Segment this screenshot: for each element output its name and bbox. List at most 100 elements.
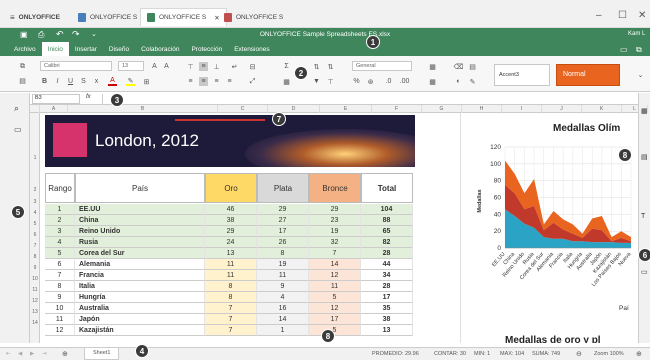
menu-insertar[interactable]: Insertar	[69, 42, 103, 56]
underline-button[interactable]: U	[66, 77, 75, 86]
table-cell[interactable]: 88	[361, 215, 413, 226]
justify-icon[interactable]: ≡	[225, 77, 234, 86]
user-name[interactable]: Kam L	[628, 31, 645, 37]
row-header[interactable]: 6	[30, 230, 40, 240]
medal-chart[interactable]: Medallas Olím020406080100120MedallasEE.U…	[461, 113, 639, 346]
formula-input[interactable]	[102, 94, 642, 104]
table-cell[interactable]: Japón	[75, 314, 205, 325]
table-cell[interactable]: 104	[361, 204, 413, 215]
table-cell[interactable]: 16	[257, 303, 309, 314]
table-cell[interactable]: 4	[257, 292, 309, 303]
menu-archivo[interactable]: Archivo	[8, 42, 42, 56]
table-cell[interactable]: Corea del Sur	[75, 248, 205, 259]
table-cell[interactable]: 11	[309, 281, 361, 292]
table-header-cell[interactable]: Plata	[257, 173, 309, 203]
table-cell[interactable]: 11	[45, 314, 75, 325]
table-cell[interactable]: 17	[361, 292, 413, 303]
decrease-decimal-icon[interactable]: .0	[384, 77, 393, 86]
table-cell[interactable]: 17	[309, 314, 361, 325]
table-cell[interactable]: 12	[309, 303, 361, 314]
table-cell[interactable]: 5	[309, 325, 361, 336]
font-shrink-icon[interactable]: A	[162, 62, 171, 71]
view-settings-icon[interactable]: ▭	[620, 45, 628, 54]
column-header[interactable]: B	[68, 105, 218, 113]
table-cell[interactable]: 17	[257, 226, 309, 237]
percent-icon[interactable]: %	[352, 77, 361, 86]
number-format-select[interactable]: General	[352, 61, 412, 71]
first-sheet-icon[interactable]: ⇤	[6, 351, 11, 357]
merge-cells-icon[interactable]: ⊟	[248, 62, 257, 71]
comments-icon[interactable]: ▭	[14, 125, 22, 134]
row-header[interactable]: 7	[30, 241, 40, 251]
add-sheet-icon[interactable]: ⊕	[62, 350, 68, 358]
row-header[interactable]: 10	[30, 274, 40, 284]
subscript-button[interactable]: x	[92, 77, 101, 86]
table-cell[interactable]: 28	[361, 281, 413, 292]
zoom-out-icon[interactable]: ⊖	[576, 350, 582, 358]
prev-sheet-icon[interactable]: ◀	[18, 351, 22, 357]
row-header[interactable]: 3	[30, 197, 40, 207]
filter-icon[interactable]: ▼	[312, 77, 321, 86]
column-header[interactable]: G	[422, 105, 462, 113]
table-cell[interactable]: 3	[45, 226, 75, 237]
minimize-button[interactable]: –	[596, 10, 602, 21]
tab-spreadsheet[interactable]: ONLYOFFICE S ✕	[140, 8, 227, 26]
chart-settings-icon[interactable]: ▤	[641, 153, 648, 161]
table-cell[interactable]: Alemania	[75, 259, 205, 270]
italic-button[interactable]: I	[53, 77, 62, 86]
clear-filter-icon[interactable]: ⊤	[326, 77, 335, 86]
align-top-icon[interactable]: ⊤	[186, 62, 195, 71]
text-orientation-icon[interactable]: ⤢	[248, 77, 257, 86]
sum-icon[interactable]: Σ	[282, 62, 291, 71]
table-cell[interactable]: 1	[257, 325, 309, 336]
table-cell[interactable]: EE.UU	[75, 204, 205, 215]
tab-document[interactable]: ONLYOFFICE S	[72, 8, 143, 26]
table-cell[interactable]: 38	[361, 314, 413, 325]
column-header[interactable]: C	[218, 105, 268, 113]
column-header[interactable]: J	[542, 105, 582, 113]
increase-decimal-icon[interactable]: .00	[400, 77, 410, 86]
table-cell[interactable]: 9	[257, 281, 309, 292]
fx-button[interactable]: fx	[86, 94, 91, 100]
wrap-text-icon[interactable]: ↵	[230, 62, 239, 71]
table-cell[interactable]: 13	[361, 325, 413, 336]
currency-icon[interactable]: ⊛	[366, 77, 375, 86]
table-header-cell[interactable]: Total	[361, 173, 413, 203]
table-cell[interactable]: 29	[205, 226, 257, 237]
row-header[interactable]: 2	[30, 185, 40, 195]
table-cell[interactable]: 7	[309, 248, 361, 259]
column-header[interactable]: H	[462, 105, 502, 113]
column-header[interactable]: E	[320, 105, 372, 113]
table-cell[interactable]: Reino Unido	[75, 226, 205, 237]
table-cell[interactable]: 5	[309, 292, 361, 303]
align-left-icon[interactable]: ≡	[186, 77, 195, 86]
menu-extensiones[interactable]: Extensiones	[228, 42, 275, 56]
table-cell[interactable]: 38	[205, 215, 257, 226]
format-as-table-icon[interactable]: ▤	[468, 62, 477, 71]
search-icon[interactable]: ⌕	[14, 103, 19, 114]
table-cell[interactable]: 7	[205, 314, 257, 325]
strikethrough-button[interactable]: S	[79, 77, 88, 86]
menu-diseno[interactable]: Diseño	[103, 42, 135, 56]
insert-cells-icon[interactable]: ▦	[428, 62, 437, 71]
zoom-level[interactable]: Zoom 100%	[594, 351, 624, 357]
row-header[interactable]: 13	[30, 307, 40, 317]
next-sheet-icon[interactable]: ▶	[30, 351, 34, 357]
table-cell[interactable]: 10	[45, 303, 75, 314]
column-header[interactable]: I	[502, 105, 542, 113]
table-cell[interactable]: 24	[205, 237, 257, 248]
column-header[interactable]: K	[582, 105, 622, 113]
table-cell[interactable]: 27	[257, 215, 309, 226]
table-cell[interactable]: 2	[45, 215, 75, 226]
sheet-tab-sheet1[interactable]: Sheet1	[84, 348, 120, 360]
copy-icon[interactable]: ⧉	[18, 62, 27, 71]
table-cell[interactable]: 26	[257, 237, 309, 248]
table-cell[interactable]: 1	[45, 204, 75, 215]
table-cell[interactable]: 29	[309, 204, 361, 215]
font-grow-icon[interactable]: A	[150, 62, 159, 71]
text-settings-icon[interactable]: T	[641, 213, 645, 220]
tab-onlyoffice-home[interactable]: ≡ ONLYOFFICE	[4, 8, 66, 26]
sort-descending-icon[interactable]: ⇅	[326, 62, 335, 71]
table-cell[interactable]: Kazajistán	[75, 325, 205, 336]
table-cell[interactable]: 7	[205, 303, 257, 314]
